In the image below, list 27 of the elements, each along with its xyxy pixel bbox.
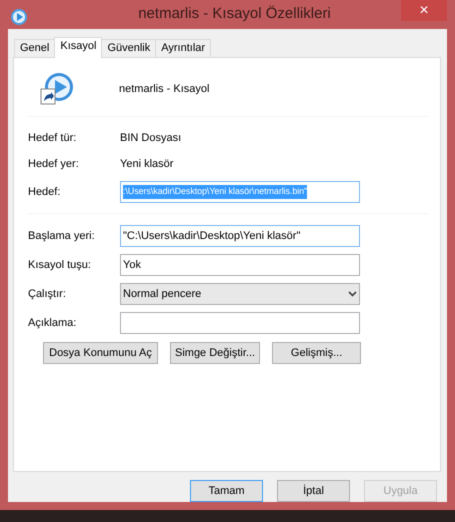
field-label: Çalıştır: [28, 286, 67, 302]
field-label: Hedef tür: [28, 130, 78, 146]
input-field[interactable] [120, 312, 360, 334]
field-value: BIN Dosyası [120, 130, 182, 146]
shortcut-icon [40, 72, 74, 106]
window-title: netmarlis - Kısayol Özellikleri [137, 4, 332, 24]
action-button[interactable]: Dosya Konumunu Aç [43, 342, 158, 364]
field-label: Kısayol tuşu: [28, 258, 92, 273]
tab[interactable]: Ayrıntılar [155, 39, 212, 57]
dialog-button[interactable]: İptal [277, 480, 350, 502]
field-value: Yeni klasör [120, 156, 174, 172]
tab[interactable]: Kısayol [54, 37, 102, 58]
input-field[interactable]: Yok [120, 254, 360, 276]
close-button[interactable]: × [401, 0, 447, 21]
field-label: Başlama yeri: [28, 228, 96, 244]
field-label: Hedef: [28, 184, 62, 200]
dialog-button[interactable]: Tamam [190, 480, 263, 502]
app-icon [10, 8, 28, 26]
action-button[interactable]: Gelişmiş... [272, 342, 362, 364]
input-field[interactable]: "C:\Users\kadir\Desktop\Yeni klasör" [120, 225, 360, 247]
chevron-down-icon [348, 291, 357, 297]
action-button[interactable]: Simge Değiştir... [170, 342, 260, 364]
shortcut-name: netmarlis - Kısayol [119, 82, 210, 97]
field-label: Hedef yer: [28, 156, 80, 172]
field-label: Açıklama: [28, 316, 78, 331]
dropdown[interactable]: Normal pencere [120, 283, 360, 305]
tab[interactable]: Genel [14, 39, 56, 57]
